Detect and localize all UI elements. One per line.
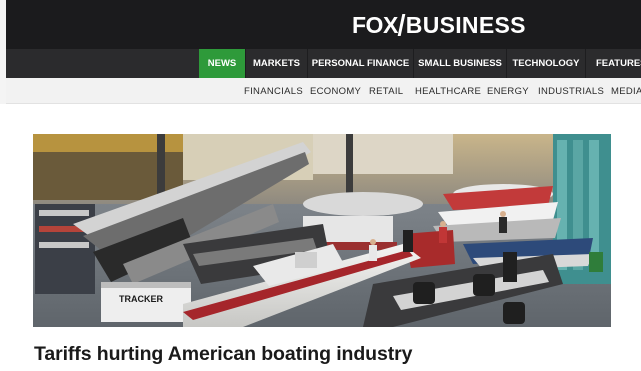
nav-item-technology[interactable]: TECHNOLOGY [506, 49, 585, 78]
subnav-item-financials[interactable]: FINANCIALS [244, 78, 303, 104]
nav-item-personal-finance[interactable]: PERSONAL FINANCE [307, 49, 413, 78]
main-nav: NEWS MARKETS PERSONAL FINANCE SMALL BUSI… [6, 49, 641, 78]
nav-item-news[interactable]: NEWS [199, 49, 245, 78]
subnav-item-healthcare[interactable]: HEALTHCARE [415, 78, 481, 104]
subnav-item-media[interactable]: MEDIA [611, 78, 641, 104]
nav-item-markets[interactable]: MARKETS [245, 49, 307, 78]
subnav-item-retail[interactable]: RETAIL [369, 78, 403, 104]
site-header: FOX BUSINESS [6, 0, 641, 49]
nav-item-features[interactable]: FEATURES [585, 49, 641, 78]
logo-divider [397, 14, 406, 36]
article-headline[interactable]: Tariffs hurting American boating industr… [34, 343, 412, 366]
subnav-item-industrials[interactable]: INDUSTRIALS [538, 78, 604, 104]
article-hero-image[interactable]: TRACKER [33, 134, 611, 327]
nav-item-small-business[interactable]: SMALL BUSINESS [413, 49, 506, 78]
sub-nav: FINANCIALS ECONOMY RETAIL HEALTHCARE ENE… [6, 78, 641, 104]
svg-text:TRACKER: TRACKER [119, 294, 163, 304]
logo-fox-text: FOX [352, 12, 398, 38]
subnav-item-economy[interactable]: ECONOMY [310, 78, 361, 104]
logo-business-text: BUSINESS [405, 12, 526, 38]
subnav-item-energy[interactable]: ENERGY [487, 78, 529, 104]
fox-business-logo[interactable]: FOX BUSINESS [352, 13, 526, 37]
